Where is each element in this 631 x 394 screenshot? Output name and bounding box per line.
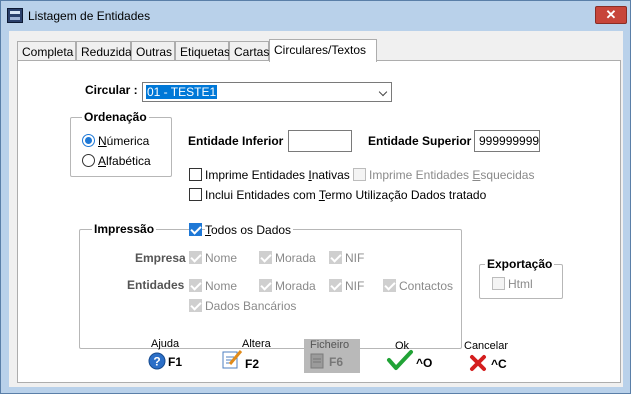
entidades-label: Entidades: [127, 278, 185, 292]
circular-label: Circular :: [85, 83, 138, 97]
tab-outras[interactable]: Outras: [131, 41, 175, 61]
tab-circulares-textos[interactable]: Circulares/Textos: [269, 39, 377, 62]
entidade-superior-input[interactable]: 999999999: [474, 130, 540, 152]
alfabetica-label[interactable]: Alfabética: [98, 154, 151, 168]
app-icon: [7, 8, 23, 23]
entidades-nome-label: Nome: [205, 279, 238, 293]
altera-key: F2: [245, 357, 260, 371]
cancelar-key: ^C: [491, 357, 507, 371]
altera-button[interactable]: Altera F2: [218, 335, 274, 375]
main-window: Listagem de Entidades ✕ Completa Reduzid…: [0, 0, 631, 394]
entidade-inferior-input[interactable]: [288, 130, 352, 152]
cancelar-caption: Cancelar: [464, 340, 509, 352]
check-icon: [387, 350, 413, 370]
numerica-label[interactable]: Númerica: [98, 134, 149, 148]
tab-etiquetas[interactable]: Etiquetas: [175, 41, 230, 61]
empresa-morada-label: Morada: [275, 251, 316, 265]
tab-panel: Circular : 01 - TESTE1 Ordenação Númeric…: [17, 60, 621, 383]
tab-reduzida[interactable]: Reduzida: [76, 41, 132, 61]
todos-dados-label[interactable]: Todos os Dados: [205, 223, 294, 237]
entidades-contactos-checkbox[interactable]: [383, 279, 396, 292]
svg-text:?: ?: [153, 355, 160, 369]
todos-dados-checkbox[interactable]: [189, 223, 202, 236]
empresa-nome-label: Nome: [205, 251, 238, 265]
imprime-inativas-checkbox[interactable]: [189, 168, 202, 181]
altera-caption: Altera: [242, 338, 271, 350]
ordenacao-title: Ordenação: [82, 110, 149, 124]
empresa-nif-label: NIF: [345, 251, 365, 265]
ajuda-caption: Ajuda: [151, 338, 180, 350]
empresa-nif-checkbox[interactable]: [329, 251, 342, 264]
numerica-radio[interactable]: [82, 134, 95, 147]
empresa-nome-checkbox[interactable]: [189, 251, 202, 264]
tab-completa[interactable]: Completa: [17, 41, 76, 61]
cancelar-button[interactable]: Cancelar ^C: [464, 337, 524, 375]
entidade-superior-label: Entidade Superior: [368, 134, 472, 148]
close-button[interactable]: ✕: [595, 6, 627, 24]
ficheiro-button[interactable]: Ficheiro F6: [304, 339, 360, 373]
edit-icon: [222, 350, 243, 369]
empresa-label: Empresa: [135, 251, 186, 265]
empresa-morada-checkbox[interactable]: [259, 251, 272, 264]
entidades-morada-label: Morada: [275, 279, 316, 293]
window-title: Listagem de Entidades: [28, 9, 151, 23]
dados-bancarios-checkbox[interactable]: [189, 299, 202, 312]
entidades-nif-label: NIF: [345, 279, 365, 293]
dados-bancarios-label: Dados Bancários: [205, 299, 297, 313]
cancel-icon: [470, 355, 486, 371]
ajuda-key: F1: [168, 355, 183, 369]
imprime-esquecidas-label[interactable]: Imprime Entidades Esquecidas: [369, 168, 534, 182]
title-bar: Listagem de Entidades ✕: [1, 1, 630, 31]
imprime-esquecidas-checkbox[interactable]: [353, 168, 366, 181]
entidades-morada-checkbox[interactable]: [259, 279, 272, 292]
help-icon: ?: [148, 352, 166, 370]
ficheiro-caption: Ficheiro: [310, 339, 350, 351]
circular-select[interactable]: 01 - TESTE1: [142, 82, 392, 102]
chevron-down-icon: [378, 87, 388, 97]
html-checkbox[interactable]: [492, 277, 505, 290]
entidade-inferior-label: Entidade Inferior: [188, 134, 284, 148]
html-label[interactable]: Html: [508, 277, 533, 291]
termo-utilizacao-label[interactable]: Inclui Entidades com Termo Utilização Da…: [205, 188, 486, 202]
ajuda-button[interactable]: Ajuda ? F1: [144, 337, 194, 375]
entidades-contactos-label: Contactos: [399, 279, 454, 293]
ok-button[interactable]: Ok ^O: [384, 337, 440, 375]
imprime-inativas-label[interactable]: Imprime Entidades Inativas: [205, 168, 350, 182]
termo-utilizacao-checkbox[interactable]: [189, 188, 202, 201]
dialog-client: Completa Reduzida Outras Etiquetas Carta…: [9, 31, 623, 387]
tab-cartas[interactable]: Cartas: [229, 41, 269, 61]
impressao-title: Impressão: [92, 222, 157, 236]
exportacao-title: Exportação: [485, 257, 555, 271]
ok-key: ^O: [416, 356, 433, 370]
entidades-nif-checkbox[interactable]: [329, 279, 342, 292]
ficheiro-key: F6: [329, 355, 344, 369]
file-icon: [310, 353, 324, 369]
entidades-nome-checkbox[interactable]: [189, 279, 202, 292]
alfabetica-radio[interactable]: [82, 154, 95, 167]
circular-value: 01 - TESTE1: [146, 85, 218, 99]
